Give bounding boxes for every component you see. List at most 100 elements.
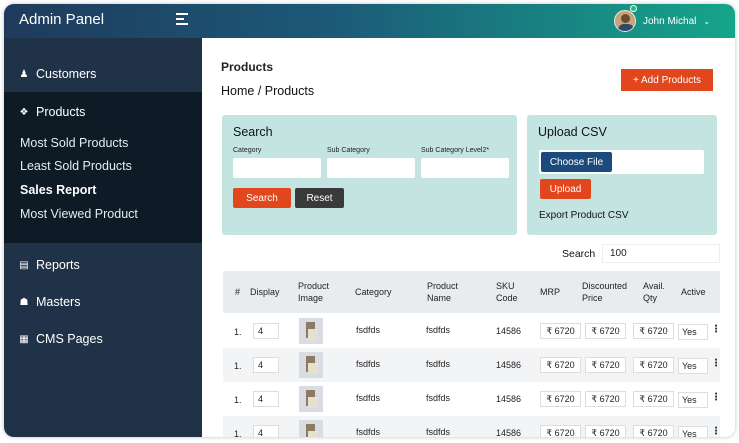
discounted-price-input[interactable]: ₹ 6720	[585, 425, 626, 437]
mrp-input[interactable]: ₹ 6720	[540, 391, 581, 407]
sidebar-item-label: Products	[36, 105, 86, 119]
row-number: 1.	[234, 429, 242, 437]
mrp-input[interactable]: ₹ 6720	[540, 323, 581, 339]
user-menu[interactable]: John Michal ⌄	[614, 7, 710, 35]
submenu-least-sold[interactable]: Least Sold Products	[20, 159, 132, 173]
mrp-input[interactable]: ₹ 6720	[540, 425, 581, 437]
upload-button[interactable]: Upload	[540, 179, 591, 199]
chevron-down-icon[interactable]: ⌄	[703, 17, 710, 26]
sidebar-item-label: Masters	[36, 295, 81, 309]
table-header: # Display Product Image Category Product…	[223, 271, 720, 313]
reset-button[interactable]: Reset	[295, 188, 344, 208]
product-name-cell: fsdfds	[426, 393, 451, 403]
header-avail-qty: Avail. Qty	[643, 281, 665, 303]
more-options-icon[interactable]: ⋮	[711, 392, 721, 403]
header-category: Category	[355, 287, 392, 297]
sidebar-item-masters[interactable]: ☗ Masters	[4, 290, 202, 314]
submenu-most-viewed[interactable]: Most Viewed Product	[20, 207, 138, 221]
table-row[interactable]: 1. 4 fsdfds fsdfds 14586 ₹ 6720 ₹ 6720 ₹…	[223, 348, 721, 382]
cms-pages-icon: ▦	[19, 333, 29, 345]
top-bar: Admin Panel John Michal ⌄	[4, 4, 735, 38]
masters-icon: ☗	[19, 296, 29, 308]
search-card-title: Search	[233, 125, 273, 139]
mrp-input[interactable]: ₹ 6720	[540, 357, 581, 373]
header-mrp: MRP	[540, 287, 560, 297]
reports-icon: ▤	[19, 259, 29, 271]
discounted-price-input[interactable]: ₹ 6720	[585, 357, 626, 373]
app-window: Admin Panel John Michal ⌄ ♟ Customers ❖ …	[4, 4, 735, 437]
avatar[interactable]	[614, 10, 636, 32]
discounted-price-input[interactable]: ₹ 6720	[585, 391, 626, 407]
product-thumbnail[interactable]	[299, 352, 323, 378]
category-cell: fsdfds	[356, 359, 381, 369]
header-number: #	[235, 287, 241, 297]
sidebar-item-cms-pages[interactable]: ▦ CMS Pages	[4, 327, 202, 351]
upload-csv-card: Upload CSV Choose File Upload Export Pro…	[527, 115, 717, 235]
product-name-cell: fsdfds	[426, 427, 451, 437]
products-submenu: ❖ Products Most Sold Products Least Sold…	[4, 92, 202, 243]
product-thumbnail[interactable]	[299, 420, 323, 437]
table-search-input[interactable]: 100	[602, 244, 720, 263]
table-row[interactable]: 1. 4 fsdfds fsdfds 14586 ₹ 6720 ₹ 6720 ₹…	[223, 416, 721, 437]
table-search-label: Search	[562, 248, 596, 260]
subcategory-level2-label: Sub Category Level2*	[421, 147, 490, 154]
sidebar-item-products[interactable]: ❖ Products	[4, 100, 202, 124]
avail-qty-input[interactable]: ₹ 6720	[633, 391, 674, 407]
product-thumbnail[interactable]	[299, 386, 323, 412]
sidebar-item-label: Customers	[36, 67, 97, 81]
product-thumbnail[interactable]	[299, 318, 323, 344]
submenu-most-sold[interactable]: Most Sold Products	[20, 136, 128, 150]
table-row[interactable]: 1. 4 fsdfds fsdfds 14586 ₹ 6720 ₹ 6720 ₹…	[223, 314, 721, 348]
discounted-price-input[interactable]: ₹ 6720	[585, 323, 626, 339]
display-order-input[interactable]: 4	[253, 357, 279, 373]
user-icon: ♟	[19, 68, 29, 80]
sku-cell: 14586	[496, 428, 522, 437]
online-status-icon	[630, 5, 637, 12]
upload-card-title: Upload CSV	[538, 125, 607, 139]
avail-qty-input[interactable]: ₹ 6720	[633, 323, 674, 339]
display-order-input[interactable]: 4	[253, 391, 279, 407]
header-product-name: Product Name	[427, 281, 459, 303]
submenu-sales-report[interactable]: Sales Report	[20, 183, 96, 197]
sidebar: ♟ Customers ❖ Products Most Sold Product…	[4, 38, 202, 437]
search-card: Search Category Sub Category Sub Categor…	[222, 115, 517, 235]
hamburger-menu-icon[interactable]	[176, 13, 190, 27]
category-input[interactable]	[233, 158, 321, 178]
sidebar-item-label: CMS Pages	[36, 332, 103, 346]
breadcrumb[interactable]: Home / Products	[221, 84, 314, 98]
active-select[interactable]: Yes	[678, 358, 708, 374]
avail-qty-input[interactable]: ₹ 6720	[633, 425, 674, 437]
category-cell: fsdfds	[356, 427, 381, 437]
main-content: Products Home / Products + Add Products …	[202, 38, 735, 437]
row-number: 1.	[234, 361, 242, 371]
product-name-cell: fsdfds	[426, 325, 451, 335]
avail-qty-input[interactable]: ₹ 6720	[633, 357, 674, 373]
more-options-icon[interactable]: ⋮	[711, 426, 721, 437]
row-number: 1.	[234, 327, 242, 337]
header-product-image: Product Image	[298, 281, 330, 303]
user-name[interactable]: John Michal	[643, 16, 696, 27]
products-icon: ❖	[19, 106, 29, 118]
active-select[interactable]: Yes	[678, 392, 708, 408]
more-options-icon[interactable]: ⋮	[711, 324, 721, 335]
active-select[interactable]: Yes	[678, 426, 708, 437]
sku-cell: 14586	[496, 394, 522, 404]
sidebar-item-customers[interactable]: ♟ Customers	[4, 62, 202, 86]
table-row[interactable]: 1. 4 fsdfds fsdfds 14586 ₹ 6720 ₹ 6720 ₹…	[223, 382, 721, 416]
display-order-input[interactable]: 4	[253, 425, 279, 437]
sidebar-item-reports[interactable]: ▤ Reports	[4, 253, 202, 277]
more-options-icon[interactable]: ⋮	[711, 358, 721, 369]
choose-file-button[interactable]: Choose File	[541, 152, 612, 172]
export-product-csv-link[interactable]: Export Product CSV	[539, 210, 628, 221]
subcategory-level2-input[interactable]	[421, 158, 509, 178]
page-title: Products	[221, 60, 274, 74]
add-products-button[interactable]: + Add Products	[621, 69, 713, 91]
active-select[interactable]: Yes	[678, 324, 708, 340]
sku-cell: 14586	[496, 326, 522, 336]
subcategory-input[interactable]	[327, 158, 415, 178]
product-name-cell: fsdfds	[426, 359, 451, 369]
display-order-input[interactable]: 4	[253, 323, 279, 339]
header-display: Display	[250, 287, 280, 297]
search-button[interactable]: Search	[233, 188, 291, 208]
subcategory-label: Sub Category	[327, 147, 370, 154]
